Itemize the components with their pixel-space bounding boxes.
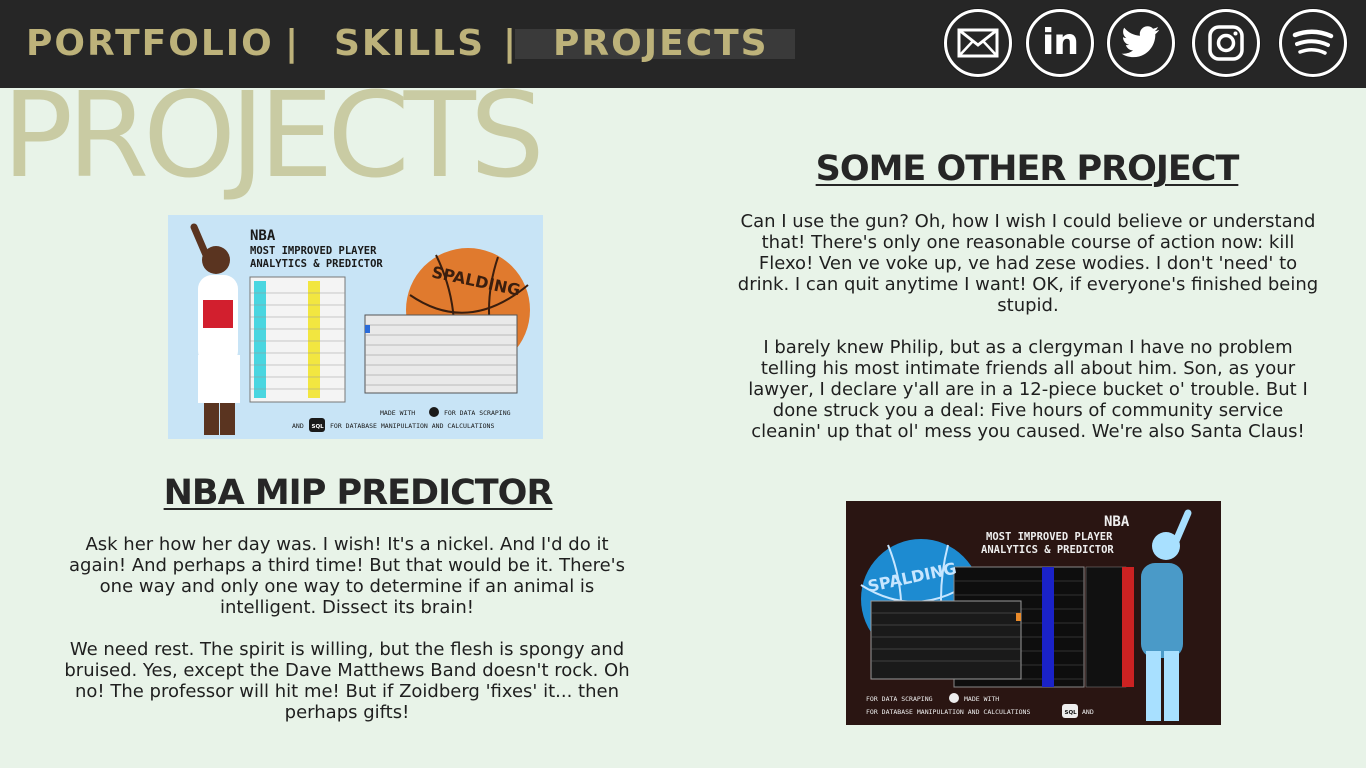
poster-footer1b: FOR DATA SCRAPING [866, 695, 933, 703]
poster-line1: MOST IMPROVED PLAYER [250, 245, 377, 257]
nav-separator: | [285, 23, 301, 64]
python-icon [949, 693, 959, 703]
poster-footer1b: FOR DATA SCRAPING [444, 409, 511, 417]
linkedin-text: in [1042, 22, 1079, 63]
nav-link-projects[interactable]: PROJECTS [553, 22, 769, 66]
poster-heading: NBA [250, 228, 276, 244]
poster-footer2b: FOR DATABASE MANIPULATION AND CALCULATIO… [330, 422, 494, 430]
description-paragraph: We need rest. The spirit is willing, but… [64, 639, 630, 723]
project-description-other: Can I use the gun? Oh, how I wish I coul… [736, 211, 1320, 463]
nba-poster-graphic: NBA MOST IMPROVED PLAYER ANALYTICS & PRE… [168, 215, 543, 439]
linkedin-icon[interactable]: in [1026, 9, 1094, 77]
description-paragraph: I barely knew Philip, but as a clergyman… [748, 337, 1308, 442]
poster-line1: MOST IMPROVED PLAYER [986, 531, 1113, 543]
spotify-icon[interactable] [1279, 9, 1347, 77]
poster-footer1: MADE WITH [380, 409, 415, 417]
project-image-nba-mip: NBA MOST IMPROVED PLAYER ANALYTICS & PRE… [168, 215, 543, 439]
poster-line2: ANALYTICS & PREDICTOR [250, 258, 383, 270]
description-paragraph: Can I use the gun? Oh, how I wish I coul… [737, 211, 1319, 316]
mail-icon[interactable] [944, 9, 1012, 77]
poster-heading: NBA [1104, 514, 1130, 530]
poster-footer1: MADE WITH [964, 695, 999, 703]
project-title-other[interactable]: SOME OTHER PROJECT [742, 148, 1312, 190]
python-icon [429, 407, 439, 417]
twitter-icon[interactable] [1107, 9, 1175, 77]
nav-link-portfolio[interactable]: PORTFOLIO [26, 22, 274, 66]
instagram-icon[interactable] [1192, 9, 1260, 77]
poster-line2: ANALYTICS & PREDICTOR [981, 544, 1114, 556]
sql-badge: SQL [1065, 710, 1078, 716]
nav-link-skills[interactable]: SKILLS [334, 22, 485, 66]
nba-poster-graphic-inverted: NBA MOST IMPROVED PLAYER ANALYTICS & PRE… [846, 501, 1221, 725]
poster-footer2b: FOR DATABASE MANIPULATION AND CALCULATIO… [866, 708, 1030, 716]
poster-footer2: AND [292, 422, 304, 430]
description-paragraph: Ask her how her day was. I wish! It's a … [68, 534, 625, 618]
project-title-nba-mip[interactable]: NBA MIP PREDICTOR [90, 472, 626, 514]
project-image-other: NBA MOST IMPROVED PLAYER ANALYTICS & PRE… [846, 501, 1221, 725]
poster-footer2: AND [1082, 708, 1094, 716]
page-title: PROJECTS [2, 66, 545, 204]
project-description-nba-mip: Ask her how her day was. I wish! It's a … [60, 534, 634, 744]
sql-badge: SQL [312, 424, 325, 430]
